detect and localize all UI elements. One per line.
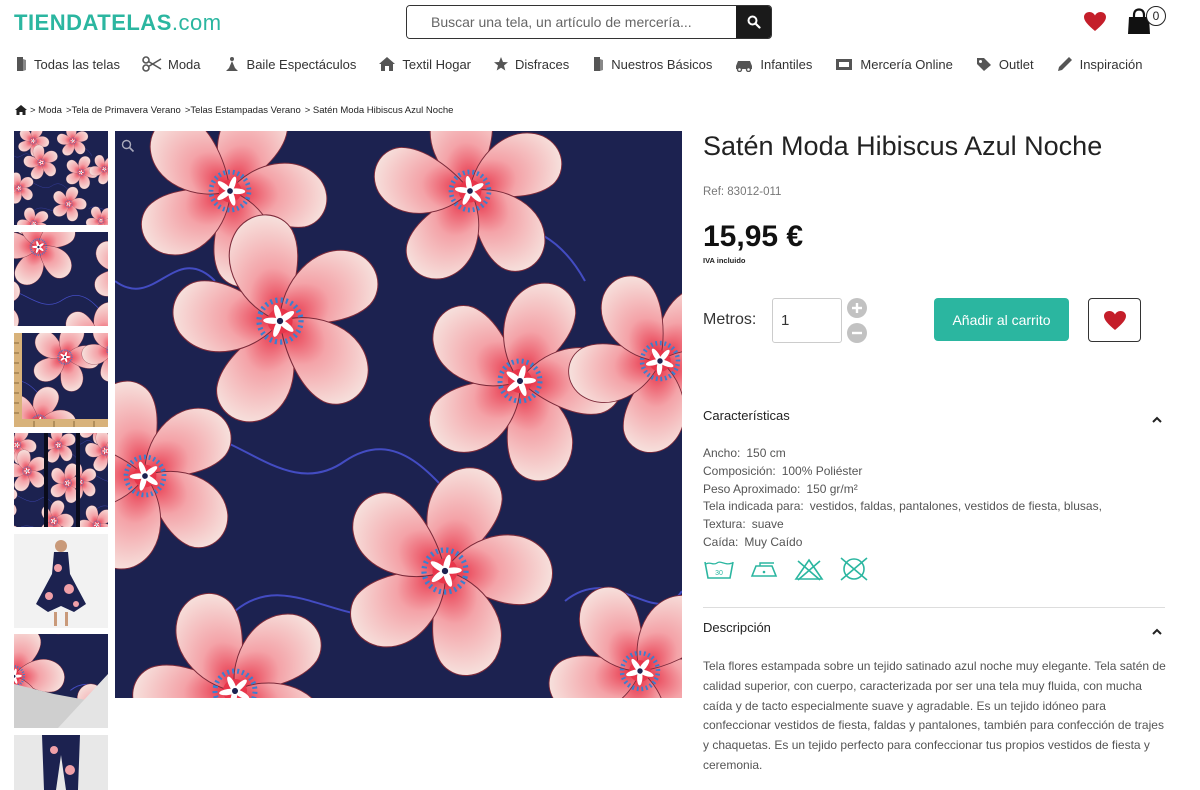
- star-icon: [494, 57, 509, 71]
- nav-item-nuestros-basicos[interactable]: Nuestros Básicos: [591, 56, 712, 72]
- no-tumble-dry-icon: [840, 557, 868, 581]
- product-title: Satén Moda Hibiscus Azul Noche: [703, 131, 1103, 161]
- description-text: Tela flores estampada sobre un tejido sa…: [703, 659, 1166, 772]
- search-button[interactable]: [736, 6, 771, 38]
- search-input[interactable]: [407, 6, 737, 38]
- zoom-icon[interactable]: [121, 139, 135, 153]
- wash-30-icon: 30: [704, 561, 734, 579]
- minus-icon: [852, 331, 862, 335]
- thumbnail-2[interactable]: [14, 232, 108, 326]
- quantity-increase-button[interactable]: [847, 298, 867, 318]
- heart-icon: [1103, 310, 1126, 330]
- spec-row-texture: Textura: suave: [703, 517, 784, 531]
- nav-item-outlet[interactable]: Outlet: [975, 56, 1034, 72]
- thumbnail-1[interactable]: [14, 131, 108, 225]
- thumbnail-6[interactable]: [14, 634, 108, 728]
- breadcrumb-link-moda[interactable]: > Moda: [30, 105, 62, 116]
- wash-temp: 30: [715, 570, 723, 577]
- spec-row-weight: Peso Aproximado: 150 gr/m²: [703, 482, 858, 496]
- wishlist-heart-icon[interactable]: [1083, 11, 1107, 37]
- nav-label: Textil Hogar: [402, 56, 472, 72]
- care-instructions: 30: [703, 556, 883, 582]
- nav-item-moda[interactable]: Moda: [142, 56, 201, 72]
- thumbnail-3[interactable]: [14, 333, 108, 427]
- nav-label: Inspiración: [1079, 56, 1143, 72]
- product-main-image[interactable]: [115, 131, 682, 698]
- nav-label: Mercería Online: [860, 56, 953, 72]
- chevron-up-icon[interactable]: [1152, 416, 1162, 424]
- vat-note: IVA incluido: [703, 256, 746, 265]
- search-icon: [747, 15, 761, 29]
- breadcrumb-link-estampadas-verano[interactable]: >Telas Estampadas Verano: [185, 105, 301, 116]
- spec-row-composition: Composición: 100% Poliéster: [703, 464, 863, 478]
- pencil-icon: [1057, 57, 1072, 71]
- thumbnail-4[interactable]: [14, 433, 108, 527]
- nav-item-todas-las-telas[interactable]: Todas las telas: [14, 56, 120, 72]
- nav-item-inspiracion[interactable]: Inspiración: [1056, 56, 1143, 72]
- nav-item-disfraces[interactable]: Disfraces: [493, 56, 569, 72]
- scissors-icon: [142, 56, 162, 72]
- nav-label: Baile Espectáculos: [246, 56, 357, 72]
- search-bar: [406, 5, 772, 39]
- add-to-wishlist-button[interactable]: [1088, 298, 1141, 342]
- breadcrumb-link-primavera-verano[interactable]: >Tela de Primavera Verano: [66, 105, 181, 116]
- thumbnail-7-model[interactable]: [14, 735, 108, 790]
- product-price: 15,95 €: [703, 220, 804, 253]
- dancer-icon: [225, 57, 238, 71]
- no-bleach-icon: [794, 558, 824, 581]
- spec-row-drape: Caída: Muy Caído: [703, 535, 803, 549]
- description-toggle[interactable]: Descripción: [703, 620, 771, 635]
- thumbnail-5-dress[interactable]: [14, 534, 108, 628]
- breadcrumb: > Moda >Tela de Primavera Verano >Telas …: [14, 104, 457, 116]
- quantity-label: Metros:: [703, 311, 757, 328]
- section-divider: [703, 607, 1165, 608]
- logo-suffix: .com: [171, 10, 222, 35]
- chevron-up-icon[interactable]: [1152, 628, 1162, 636]
- nav-label: Moda: [168, 56, 201, 72]
- sewing-kit-icon: [836, 59, 853, 70]
- product-ref: Ref: 83012-011: [703, 186, 782, 198]
- nav-item-merceria-online[interactable]: Mercería Online: [834, 56, 953, 72]
- home-icon[interactable]: [14, 104, 28, 116]
- spec-row-uses: Tela indicada para: vestidos, faldas, pan…: [703, 499, 1102, 513]
- nav-item-infantiles[interactable]: Infantiles: [734, 56, 812, 72]
- characteristics-toggle[interactable]: Características: [703, 408, 790, 423]
- iron-icon: [750, 562, 778, 577]
- nav-item-baile-espectaculos[interactable]: Baile Espectáculos: [223, 56, 357, 72]
- nav-item-textil-hogar[interactable]: Textil Hogar: [378, 56, 471, 72]
- car-icon: [736, 61, 753, 72]
- site-logo[interactable]: TIENDATELAS.com: [14, 10, 222, 36]
- breadcrumb-current: > Satén Moda Hibiscus Azul Noche: [304, 104, 454, 116]
- plus-icon: [852, 303, 862, 313]
- add-to-cart-button[interactable]: Añadir al carrito: [934, 298, 1069, 341]
- fabric-roll-icon: [594, 57, 604, 71]
- spec-row-width: Ancho: 150 cm: [703, 446, 786, 460]
- quantity-input[interactable]: [772, 298, 842, 343]
- nav-label: Todas las telas: [34, 56, 120, 72]
- nav-label: Nuestros Básicos: [611, 56, 713, 72]
- nav-label: Disfraces: [515, 56, 570, 72]
- home-icon: [379, 57, 396, 71]
- quantity-decrease-button[interactable]: [847, 323, 867, 343]
- logo-main: TIENDATELAS: [14, 10, 172, 35]
- tag-icon: [976, 58, 991, 71]
- main-nav: Todas las telas Moda Baile Espectáculos …: [14, 54, 1164, 74]
- fabric-roll-icon: [17, 57, 26, 71]
- cart-count-badge: 0: [1146, 6, 1166, 26]
- nav-label: Outlet: [998, 56, 1034, 72]
- nav-label: Infantiles: [760, 56, 813, 72]
